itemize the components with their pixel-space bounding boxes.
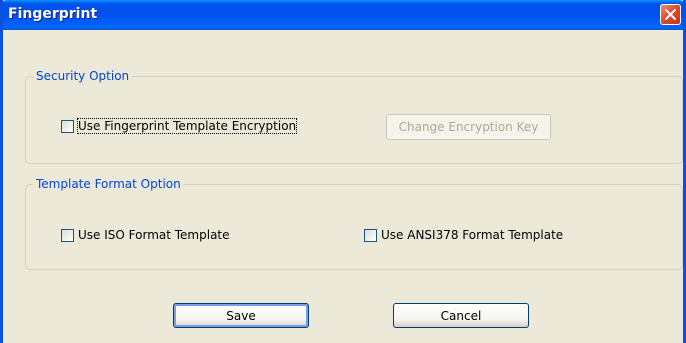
template-format-group: Template Format Option [25,177,683,270]
window-title: Fingerprint [8,6,98,22]
save-button[interactable]: Save [173,303,309,328]
iso-checkbox[interactable] [61,228,74,242]
ansi-checkbox-row[interactable]: Use ANSI378 Format Template [364,228,563,242]
fingerprint-dialog: Fingerprint Security Option Use Fingerpr… [0,0,686,343]
change-encryption-key-button[interactable]: Change Encryption Key [386,114,551,140]
close-icon [665,9,676,20]
template-format-legend: Template Format Option [33,177,184,191]
ansi-checkbox-label[interactable]: Use ANSI378 Format Template [381,228,563,242]
security-option-legend: Security Option [33,69,133,83]
title-bar[interactable]: Fingerprint [3,0,683,30]
close-button[interactable] [660,4,681,25]
ansi-checkbox[interactable] [364,228,377,242]
encryption-checkbox-row[interactable]: Use Fingerprint Template Encryption [61,118,298,134]
encryption-checkbox-label[interactable]: Use Fingerprint Template Encryption [76,118,298,134]
iso-checkbox-label[interactable]: Use ISO Format Template [78,228,230,242]
encryption-checkbox[interactable] [61,119,74,133]
iso-checkbox-row[interactable]: Use ISO Format Template [61,228,230,242]
cancel-button[interactable]: Cancel [393,303,529,328]
